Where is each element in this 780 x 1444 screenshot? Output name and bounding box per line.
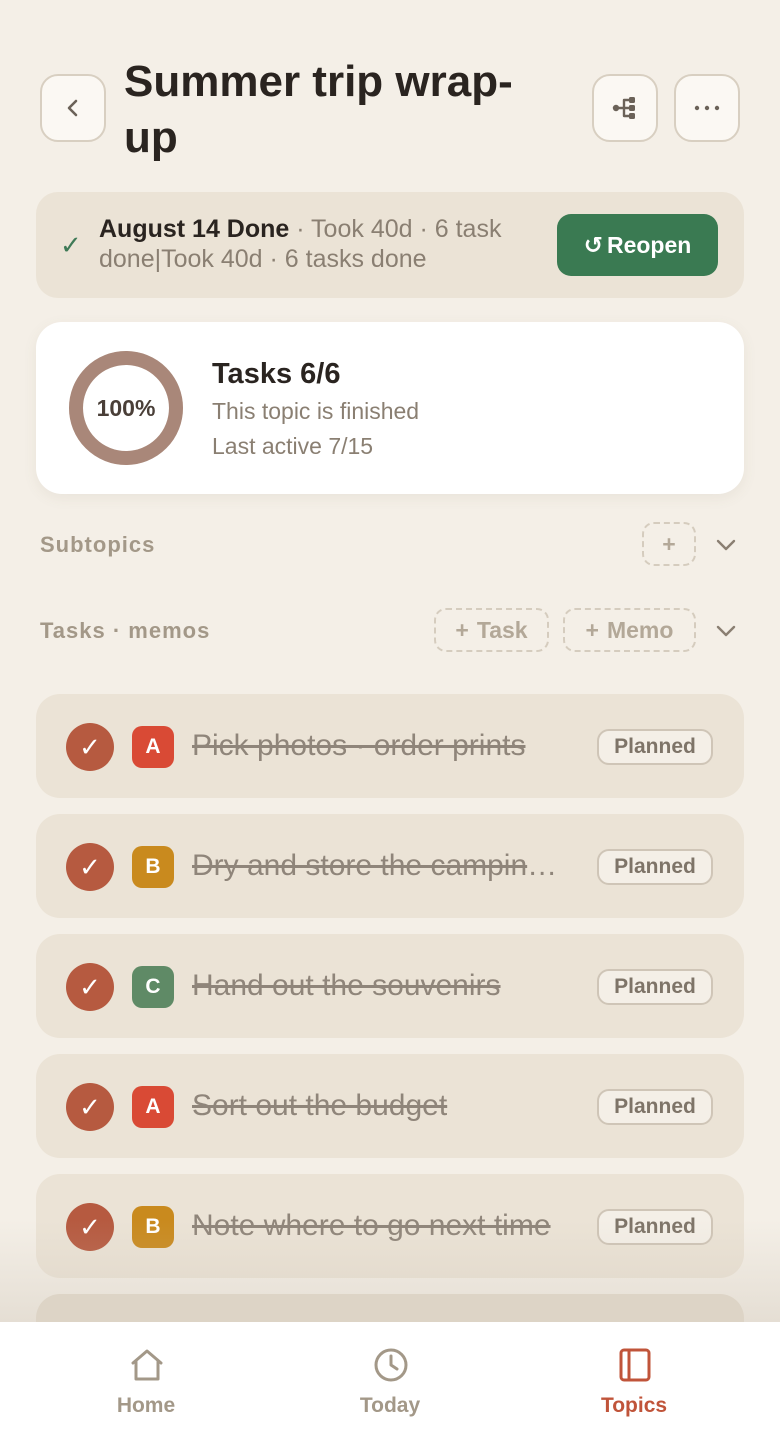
nav-today[interactable]: Today (290, 1322, 490, 1444)
checkmark-icon[interactable]: ✓ (66, 1083, 114, 1131)
reopen-icon: ↺ (583, 231, 603, 258)
done-summary: August 14 Done · Took 40d · 6 task done|… (99, 214, 539, 274)
page-title: Summer trip wrap-up (124, 57, 513, 162)
tasks-count: Tasks 6/6 (212, 358, 341, 390)
back-button[interactable] (40, 74, 106, 142)
chevron-down-icon[interactable] (714, 533, 738, 557)
reopen-button[interactable]: ↺ Reopen (557, 214, 718, 276)
progress-card: 100% Tasks 6/6 This topic is finished La… (36, 322, 744, 494)
priority-badge: A (132, 726, 174, 768)
check-icon: ✓ (60, 230, 82, 260)
add-memo-label: Memo (606, 616, 674, 643)
more-dots-icon (694, 105, 720, 111)
checkmark-icon[interactable]: ✓ (66, 723, 114, 771)
status-badge[interactable]: Planned (597, 849, 713, 885)
status-badge[interactable]: Planned (597, 729, 713, 765)
progress-percent: 100% (96, 394, 156, 421)
task-title: Hand out the souvenirs (192, 969, 501, 1002)
add-subtopic-button[interactable]: + (642, 522, 696, 566)
nav-today-label: Today (359, 1394, 421, 1417)
structure-button[interactable] (592, 74, 658, 142)
clock-icon (374, 1348, 408, 1382)
task-row[interactable]: ✓ A Sort out the budget Planned (36, 1054, 744, 1158)
priority-badge: C (132, 966, 174, 1008)
task-row[interactable]: ✓ A Pick photos · order prints Planned (36, 694, 744, 798)
bottom-nav: Home Today Topics (0, 1322, 780, 1444)
plus-icon: + (585, 616, 599, 643)
more-button[interactable] (674, 74, 740, 142)
subtopics-label: Subtopics (40, 532, 156, 557)
done-banner: ✓ August 14 Done · Took 40d · 6 task don… (36, 192, 744, 298)
add-memo-button[interactable]: + Memo (563, 608, 696, 652)
task-row[interactable]: ✓ B Dry and store the camping gear Plann… (36, 814, 744, 918)
tree-structure-icon (612, 97, 635, 119)
topic-status: This topic is finished (212, 398, 420, 424)
add-task-button[interactable]: + Task (434, 608, 549, 652)
plus-icon: + (662, 530, 676, 557)
nav-topics[interactable]: Topics (534, 1322, 734, 1444)
status-badge[interactable]: Planned (597, 1089, 713, 1125)
home-icon (131, 1349, 163, 1381)
plus-icon: + (455, 616, 469, 643)
nav-home-label: Home (116, 1394, 176, 1417)
priority-badge: A (132, 1086, 174, 1128)
checkmark-icon[interactable]: ✓ (66, 843, 114, 891)
tasks-memos-label: Tasks · memos (40, 618, 211, 643)
header: Summer trip wrap-up (40, 54, 740, 164)
task-title: Dry and store the camping gear (192, 849, 570, 882)
nav-topics-label: Topics (600, 1394, 668, 1417)
status-badge[interactable]: Planned (597, 969, 713, 1005)
task-row[interactable]: ✓ C Hand out the souvenirs Planned (36, 934, 744, 1038)
task-title: Pick photos · order prints (192, 729, 526, 762)
notebook-icon (619, 1348, 651, 1382)
checkmark-icon[interactable]: ✓ (66, 963, 114, 1011)
last-active: Last active 7/15 (212, 433, 374, 459)
priority-badge: B (132, 846, 174, 888)
done-date: August 14 Done (99, 215, 290, 243)
reopen-label: Reopen (606, 231, 692, 258)
nav-home[interactable]: Home (46, 1322, 246, 1444)
chevron-left-icon (67, 99, 78, 117)
add-task-label: Task (476, 616, 528, 643)
task-title: Sort out the budget (192, 1089, 448, 1122)
chevron-down-icon[interactable] (714, 619, 738, 643)
